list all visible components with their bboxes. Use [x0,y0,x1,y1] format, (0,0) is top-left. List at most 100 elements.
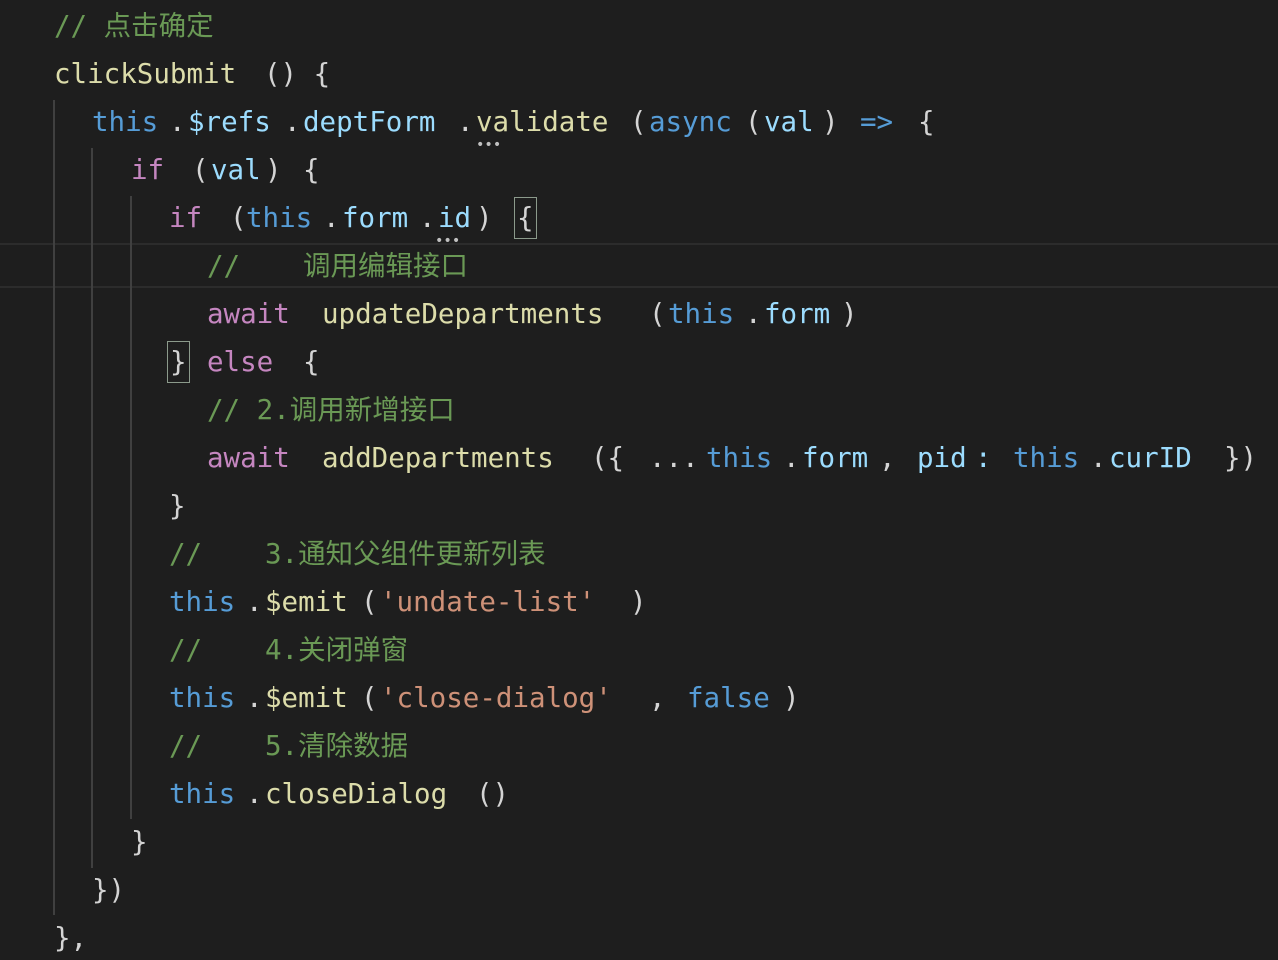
string-literal: 'undate-list' [380,586,596,618]
keyword-await: await [207,442,290,474]
function-name: addDepartments [322,442,554,474]
code-line[interactable]: } else { [0,338,320,386]
punctuation: ({ [591,442,625,474]
comment: // 2.调用新增接口 [207,394,455,426]
parameter: val [764,106,814,138]
punctuation: . [1090,442,1107,474]
punctuation: }, [54,922,88,954]
code-line[interactable]: // 5.清除数据 [0,722,408,770]
indent-guide [91,148,93,868]
punctuation: ( [630,106,647,138]
keyword-this: this [169,586,236,618]
punctuation: }) [92,874,126,906]
keyword-this: this [92,106,159,138]
code-line[interactable]: // 2.调用新增接口 [0,386,455,434]
code-line[interactable]: } [0,818,148,866]
punctuation: ) [265,154,282,186]
code-line[interactable]: await addDepartments ({ ... this . form … [0,434,1257,482]
punctuation: . [284,106,301,138]
punctuation: ( [361,586,378,618]
code-line[interactable]: this . closeDialog () [0,770,509,818]
string-literal: 'close-dialog' [380,682,612,714]
keyword-this: this [706,442,773,474]
punctuation: } [131,826,148,858]
property: form [764,298,831,330]
punctuation: ( [192,154,209,186]
code-line[interactable]: // 调用编辑接口 [0,242,468,290]
function-name: clickSubmit [54,58,237,90]
comment: 3.通知父组件更新列表 [265,538,546,570]
comment: 调用编辑接口 [303,250,468,282]
code-line[interactable]: await updateDepartments ( this . form ) [0,290,858,338]
punctuation: ) [783,682,800,714]
comment: // 点击确定 [54,10,214,42]
comment: // [169,730,203,762]
current-line-highlight [0,243,1278,288]
code-line[interactable]: clickSubmit () { [0,50,330,98]
code-line[interactable]: // 4.关闭弹窗 [0,626,408,674]
property: $refs [188,106,271,138]
keyword-await: await [207,298,290,330]
punctuation: ( [649,298,666,330]
code-line[interactable]: }) [0,866,125,914]
keyword-this: this [668,298,735,330]
punctuation: { [918,106,935,138]
punctuation: . [419,202,436,234]
boolean-literal: false [687,682,770,714]
keyword-else: else [207,346,274,378]
property: deptForm [303,106,436,138]
code-line[interactable]: if ( this . form . id ) { [0,194,537,242]
punctuation: . [246,586,263,618]
code-line[interactable]: this . $emit ( 'close-dialog' , false ) [0,674,800,722]
punctuation: ) [841,298,858,330]
punctuation: . [783,442,800,474]
punctuation: ( [361,682,378,714]
punctuation: () [476,778,510,810]
punctuation: { [303,154,320,186]
code-line[interactable]: // 点击确定 [0,2,214,50]
function-name: $emit [265,586,348,618]
comment: 5.清除数据 [265,730,409,762]
punctuation: ( [745,106,762,138]
code-line[interactable]: this . $refs . deptForm . validate ( asy… [0,98,935,146]
function-name: $emit [265,682,348,714]
parameter: val [211,154,261,186]
punctuation: . [457,106,474,138]
code-line[interactable]: // 3.通知父组件更新列表 [0,530,546,578]
punctuation: , [649,682,666,714]
punctuation: ) [822,106,839,138]
keyword-if: if [169,202,203,234]
property: form [342,202,409,234]
code-line[interactable]: }, [0,914,87,960]
punctuation: { [303,346,320,378]
comment: // [169,634,203,666]
punctuation: } [169,490,186,522]
code-line[interactable]: if ( val ) { [0,146,320,194]
arrow-operator: => [860,106,894,138]
punctuation: . [246,682,263,714]
punctuation: : [975,442,992,474]
keyword-this: this [1013,442,1080,474]
punctuation: . [745,298,762,330]
punctuation: () { [264,58,331,90]
property: form [802,442,869,474]
punctuation: . [323,202,340,234]
code-line[interactable]: } [0,482,186,530]
function-name: updateDepartments [322,298,604,330]
punctuation: ) [630,586,647,618]
indent-guide [130,196,132,819]
keyword-this: this [169,682,236,714]
code-editor[interactable]: // 点击确定 clickSubmit () { this . $refs . … [0,0,1278,960]
keyword-this: this [169,778,236,810]
comment: 4.关闭弹窗 [265,634,409,666]
punctuation: . [246,778,263,810]
property: curID [1109,442,1192,474]
matched-bracket: { [514,197,537,239]
code-line[interactable]: this . $emit ( 'undate-list' ) [0,578,647,626]
matched-bracket: } [167,341,190,383]
hint-ellipsis-icon: ••• [476,137,502,153]
keyword-if: if [131,154,165,186]
comment: // [207,250,241,282]
keyword-async: async [649,106,732,138]
function-name: closeDialog [265,778,448,810]
